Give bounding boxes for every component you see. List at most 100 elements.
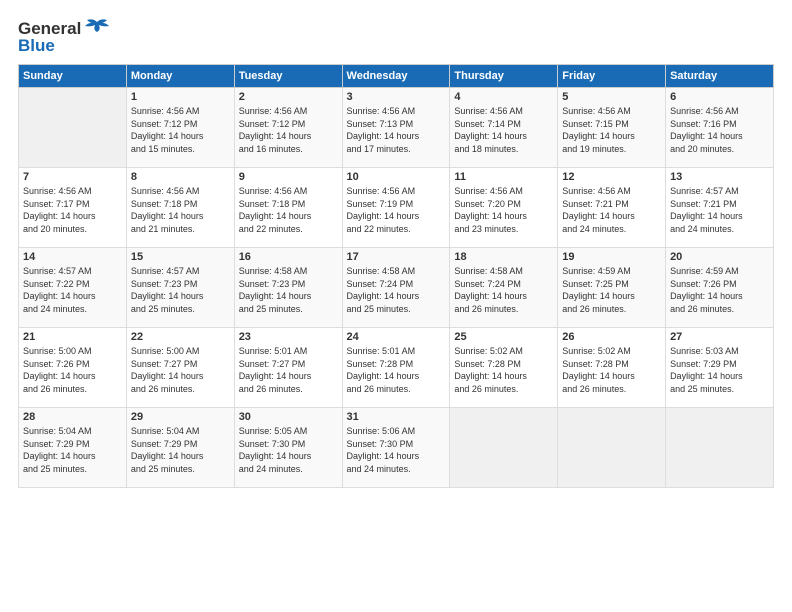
calendar-cell: 26 Sunrise: 5:02 AM Sunset: 7:28 PM Dayli… xyxy=(558,328,666,408)
day-info: Sunrise: 4:56 AM Sunset: 7:18 PM Dayligh… xyxy=(239,185,338,235)
day-info: Sunrise: 5:03 AM Sunset: 7:29 PM Dayligh… xyxy=(670,345,769,395)
column-header-saturday: Saturday xyxy=(666,65,774,88)
column-header-tuesday: Tuesday xyxy=(234,65,342,88)
calendar-cell: 20 Sunrise: 4:59 AM Sunset: 7:26 PM Dayli… xyxy=(666,248,774,328)
calendar-cell: 19 Sunrise: 4:59 AM Sunset: 7:25 PM Dayli… xyxy=(558,248,666,328)
calendar-cell: 9Sunrise: 4:56 AM Sunset: 7:18 PM Daylig… xyxy=(234,168,342,248)
calendar-cell: 31 Sunrise: 5:06 AM Sunset: 7:30 PM Dayli… xyxy=(342,408,450,488)
day-info: Sunrise: 4:56 AM Sunset: 7:20 PM Dayligh… xyxy=(454,185,553,235)
day-info: Sunrise: 4:56 AM Sunset: 7:19 PM Dayligh… xyxy=(347,185,446,235)
day-number: 23 xyxy=(239,331,338,343)
calendar-cell xyxy=(666,408,774,488)
logo-blue: Blue xyxy=(18,36,55,56)
week-row-2: 7Sunrise: 4:56 AM Sunset: 7:17 PM Daylig… xyxy=(19,168,774,248)
day-info: Sunrise: 4:58 AM Sunset: 7:24 PM Dayligh… xyxy=(454,265,553,315)
day-info: Sunrise: 4:58 AM Sunset: 7:24 PM Dayligh… xyxy=(347,265,446,315)
day-info: Sunrise: 4:56 AM Sunset: 7:17 PM Dayligh… xyxy=(23,185,122,235)
calendar-cell: 3Sunrise: 4:56 AM Sunset: 7:13 PM Daylig… xyxy=(342,88,450,168)
page-header: General Blue xyxy=(18,18,774,56)
column-header-wednesday: Wednesday xyxy=(342,65,450,88)
day-info: Sunrise: 5:00 AM Sunset: 7:27 PM Dayligh… xyxy=(131,345,230,395)
week-row-1: 1Sunrise: 4:56 AM Sunset: 7:12 PM Daylig… xyxy=(19,88,774,168)
day-info: Sunrise: 4:56 AM Sunset: 7:15 PM Dayligh… xyxy=(562,105,661,155)
calendar-cell: 30 Sunrise: 5:05 AM Sunset: 7:30 PM Dayli… xyxy=(234,408,342,488)
day-info: Sunrise: 5:02 AM Sunset: 7:28 PM Dayligh… xyxy=(562,345,661,395)
week-row-3: 14 Sunrise: 4:57 AM Sunset: 7:22 PM Dayli… xyxy=(19,248,774,328)
day-info: Sunrise: 4:59 AM Sunset: 7:26 PM Dayligh… xyxy=(670,265,769,315)
day-number: 4 xyxy=(454,91,553,103)
day-info: Sunrise: 5:04 AM Sunset: 7:29 PM Dayligh… xyxy=(23,425,122,475)
day-number: 12 xyxy=(562,171,661,183)
calendar-cell: 16 Sunrise: 4:58 AM Sunset: 7:23 PM Dayli… xyxy=(234,248,342,328)
calendar-cell: 14 Sunrise: 4:57 AM Sunset: 7:22 PM Dayli… xyxy=(19,248,127,328)
calendar-cell: 25Sunrise: 5:02 AM Sunset: 7:28 PM Dayli… xyxy=(450,328,558,408)
day-number: 6 xyxy=(670,91,769,103)
day-info: Sunrise: 4:56 AM Sunset: 7:12 PM Dayligh… xyxy=(131,105,230,155)
day-info: Sunrise: 5:01 AM Sunset: 7:27 PM Dayligh… xyxy=(239,345,338,395)
calendar-cell xyxy=(558,408,666,488)
day-number: 26 xyxy=(562,331,661,343)
day-info: Sunrise: 5:00 AM Sunset: 7:26 PM Dayligh… xyxy=(23,345,122,395)
day-info: Sunrise: 4:58 AM Sunset: 7:23 PM Dayligh… xyxy=(239,265,338,315)
day-number: 18 xyxy=(454,251,553,263)
calendar-table: SundayMondayTuesdayWednesdayThursdayFrid… xyxy=(18,64,774,488)
day-number: 27 xyxy=(670,331,769,343)
calendar-cell: 18 Sunrise: 4:58 AM Sunset: 7:24 PM Dayli… xyxy=(450,248,558,328)
day-number: 3 xyxy=(347,91,446,103)
day-number: 11 xyxy=(454,171,553,183)
column-header-thursday: Thursday xyxy=(450,65,558,88)
calendar-cell: 7Sunrise: 4:56 AM Sunset: 7:17 PM Daylig… xyxy=(19,168,127,248)
day-number: 14 xyxy=(23,251,122,263)
day-info: Sunrise: 4:57 AM Sunset: 7:21 PM Dayligh… xyxy=(670,185,769,235)
day-info: Sunrise: 4:56 AM Sunset: 7:16 PM Dayligh… xyxy=(670,105,769,155)
day-info: Sunrise: 4:56 AM Sunset: 7:21 PM Dayligh… xyxy=(562,185,661,235)
calendar-cell: 4 Sunrise: 4:56 AM Sunset: 7:14 PM Daylig… xyxy=(450,88,558,168)
calendar-cell: 22 Sunrise: 5:00 AM Sunset: 7:27 PM Dayli… xyxy=(126,328,234,408)
day-info: Sunrise: 4:57 AM Sunset: 7:23 PM Dayligh… xyxy=(131,265,230,315)
day-number: 8 xyxy=(131,171,230,183)
week-row-4: 21 Sunrise: 5:00 AM Sunset: 7:26 PM Dayli… xyxy=(19,328,774,408)
day-info: Sunrise: 5:06 AM Sunset: 7:30 PM Dayligh… xyxy=(347,425,446,475)
day-number: 31 xyxy=(347,411,446,423)
calendar-cell xyxy=(19,88,127,168)
day-number: 16 xyxy=(239,251,338,263)
logo-bird-icon xyxy=(83,18,111,40)
day-info: Sunrise: 5:02 AM Sunset: 7:28 PM Dayligh… xyxy=(454,345,553,395)
calendar-cell: 2 Sunrise: 4:56 AM Sunset: 7:12 PM Daylig… xyxy=(234,88,342,168)
day-number: 15 xyxy=(131,251,230,263)
calendar-cell: 10Sunrise: 4:56 AM Sunset: 7:19 PM Dayli… xyxy=(342,168,450,248)
calendar-cell: 15 Sunrise: 4:57 AM Sunset: 7:23 PM Dayli… xyxy=(126,248,234,328)
day-info: Sunrise: 4:59 AM Sunset: 7:25 PM Dayligh… xyxy=(562,265,661,315)
day-info: Sunrise: 4:56 AM Sunset: 7:12 PM Dayligh… xyxy=(239,105,338,155)
calendar-cell: 29Sunrise: 5:04 AM Sunset: 7:29 PM Dayli… xyxy=(126,408,234,488)
day-number: 30 xyxy=(239,411,338,423)
day-number: 2 xyxy=(239,91,338,103)
calendar-cell: 1Sunrise: 4:56 AM Sunset: 7:12 PM Daylig… xyxy=(126,88,234,168)
day-info: Sunrise: 5:05 AM Sunset: 7:30 PM Dayligh… xyxy=(239,425,338,475)
day-info: Sunrise: 4:57 AM Sunset: 7:22 PM Dayligh… xyxy=(23,265,122,315)
day-number: 13 xyxy=(670,171,769,183)
day-number: 20 xyxy=(670,251,769,263)
day-info: Sunrise: 4:56 AM Sunset: 7:18 PM Dayligh… xyxy=(131,185,230,235)
week-row-5: 28Sunrise: 5:04 AM Sunset: 7:29 PM Dayli… xyxy=(19,408,774,488)
calendar-cell: 6 Sunrise: 4:56 AM Sunset: 7:16 PM Daylig… xyxy=(666,88,774,168)
day-number: 22 xyxy=(131,331,230,343)
day-number: 29 xyxy=(131,411,230,423)
calendar-cell: 12 Sunrise: 4:56 AM Sunset: 7:21 PM Dayli… xyxy=(558,168,666,248)
day-number: 21 xyxy=(23,331,122,343)
day-number: 24 xyxy=(347,331,446,343)
calendar-cell: 11 Sunrise: 4:56 AM Sunset: 7:20 PM Dayli… xyxy=(450,168,558,248)
day-info: Sunrise: 5:01 AM Sunset: 7:28 PM Dayligh… xyxy=(347,345,446,395)
calendar-cell: 5 Sunrise: 4:56 AM Sunset: 7:15 PM Daylig… xyxy=(558,88,666,168)
logo: General Blue xyxy=(18,18,111,56)
calendar-header-row: SundayMondayTuesdayWednesdayThursdayFrid… xyxy=(19,65,774,88)
calendar-cell: 13 Sunrise: 4:57 AM Sunset: 7:21 PM Dayli… xyxy=(666,168,774,248)
day-number: 19 xyxy=(562,251,661,263)
calendar-container: General Blue SundayMondayTuesdayWednesda… xyxy=(0,0,792,612)
day-number: 5 xyxy=(562,91,661,103)
day-info: Sunrise: 4:56 AM Sunset: 7:14 PM Dayligh… xyxy=(454,105,553,155)
calendar-cell: 24 Sunrise: 5:01 AM Sunset: 7:28 PM Dayli… xyxy=(342,328,450,408)
day-number: 17 xyxy=(347,251,446,263)
column-header-friday: Friday xyxy=(558,65,666,88)
calendar-cell: 28Sunrise: 5:04 AM Sunset: 7:29 PM Dayli… xyxy=(19,408,127,488)
